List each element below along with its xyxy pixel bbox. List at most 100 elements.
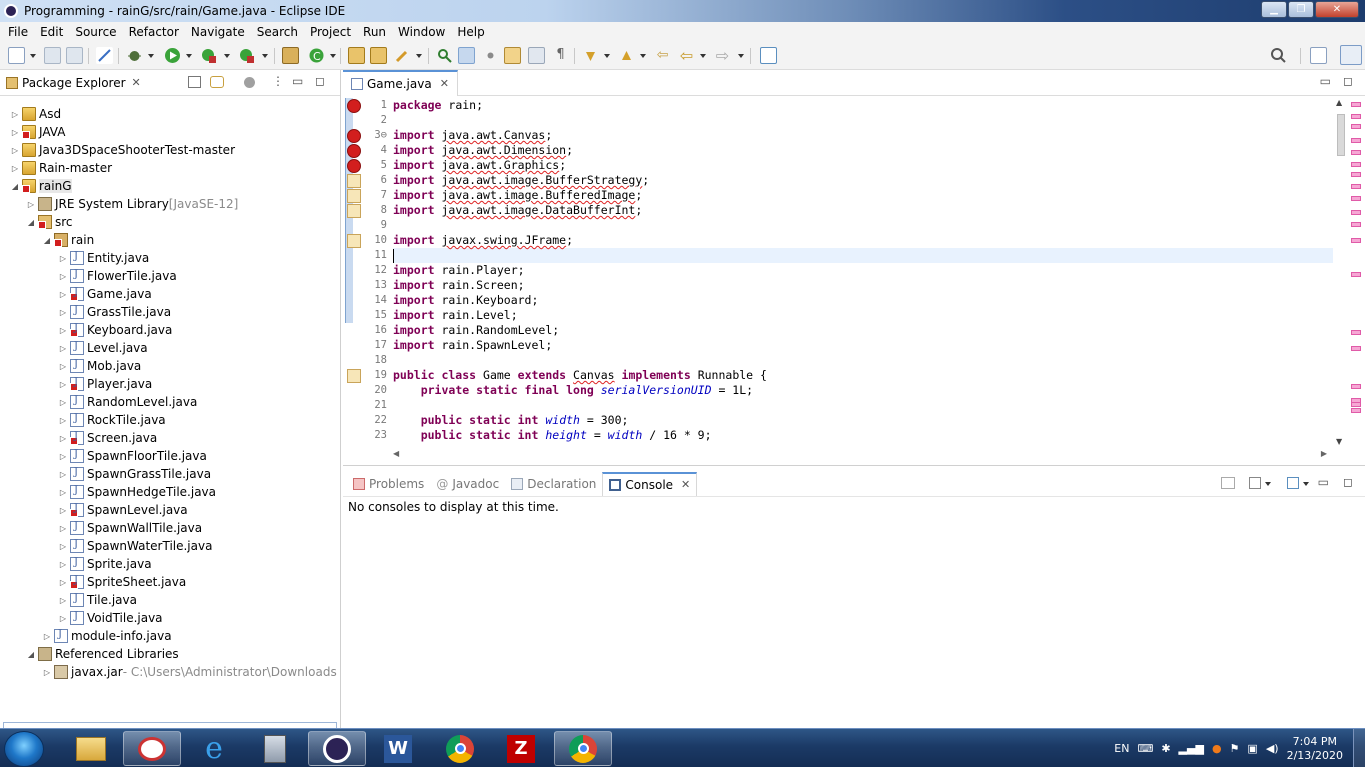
tree-item[interactable]: ▷ FlowerTile.java [58,267,177,285]
debug-icon[interactable] [126,47,143,64]
tree-item[interactable]: ▷ RockTile.java [58,411,166,429]
taskbar-internet-explorer[interactable]: e [185,731,243,766]
overview-error-mark[interactable] [1351,114,1361,119]
tree-item[interactable]: ▷ Level.java [58,339,148,357]
editor-horizontal-scrollbar[interactable]: ◀ ▶ [391,449,1329,461]
menu-file[interactable]: File [2,25,34,39]
back-dropdown-icon[interactable] [700,54,706,58]
previous-annotation-icon[interactable] [618,47,635,64]
tree-item[interactable]: ▷ SpawnHedgeTile.java [58,483,216,501]
expand-arrow-icon[interactable]: ▷ [58,542,68,551]
tree-item[interactable]: ▷ Java3DSpaceShooterTest-master [10,141,235,159]
overview-error-mark[interactable] [1351,162,1361,167]
taskbar-filezilla[interactable]: Z [492,731,550,766]
tree-item[interactable]: ▷ Sprite.java [58,555,152,573]
next-annotation-down-icon[interactable] [582,47,599,64]
save-icon[interactable] [44,47,61,64]
menu-edit[interactable]: Edit [34,25,69,39]
next-annotation-icon[interactable] [482,47,499,64]
taskbar-calculator[interactable] [246,731,304,766]
avast-icon[interactable]: ● [1212,742,1222,755]
expand-arrow-icon[interactable]: ▷ [58,470,68,479]
new-java-project-icon[interactable] [282,47,299,64]
warning-marker-icon[interactable] [347,189,361,203]
new-package-icon[interactable]: C [308,47,325,64]
tree-item[interactable]: ▷ VoidTile.java [58,609,163,627]
link-with-editor-icon[interactable] [210,76,224,88]
forward-dropdown-icon[interactable] [738,54,744,58]
volume-icon[interactable]: ◀) [1266,742,1279,755]
error-marker-icon[interactable] [347,99,361,113]
clock[interactable]: 7:04 PM 2/13/2020 [1287,735,1343,763]
taskbar-chrome-user[interactable] [554,731,612,766]
code-line[interactable]: public class Game extends Canvas impleme… [393,368,1333,383]
collapse-arrow-icon[interactable]: ◢ [10,182,20,191]
code-line[interactable]: import java.awt.image.BufferedImage; [393,188,1333,203]
task-list-icon[interactable] [528,47,545,64]
expand-arrow-icon[interactable]: ▷ [58,416,68,425]
tree-item[interactable]: ◢ Referenced Libraries [26,645,179,663]
open-perspective-icon[interactable] [1310,47,1327,64]
editor-tab-game-java[interactable]: Game.java ✕ [343,69,458,96]
save-all-icon[interactable] [66,47,83,64]
coverage-icon[interactable] [200,47,217,64]
close-button[interactable]: ✕ [1315,1,1359,18]
expand-arrow-icon[interactable]: ▷ [42,668,52,677]
expand-arrow-icon[interactable]: ▷ [58,272,68,281]
error-marker-icon[interactable] [347,129,361,143]
coverage-dropdown-icon[interactable] [224,54,230,58]
tree-item[interactable]: ▷ JAVA [10,123,65,141]
tree-item[interactable]: ◢ rainG [10,177,72,195]
forward-icon[interactable]: ⇨ [714,47,731,64]
warning-marker-icon[interactable] [347,174,361,188]
security-icon[interactable]: ▣ [1247,742,1257,755]
java-perspective-icon[interactable] [1340,45,1362,65]
collapse-arrow-icon[interactable]: ◢ [26,650,36,659]
menu-refactor[interactable]: Refactor [123,25,185,39]
code-text[interactable]: package rain; import java.awt.Canvas; impo… [393,98,1333,443]
maximize-view-icon[interactable]: ◻ [315,74,325,88]
expand-arrow-icon[interactable]: ▷ [26,200,36,209]
vertical-ruler[interactable] [347,99,361,448]
overview-error-mark[interactable] [1351,210,1361,215]
toggle-block-selection-icon[interactable] [458,47,475,64]
taskbar-explorer[interactable] [62,731,120,766]
code-line[interactable]: import rain.SpawnLevel; [393,338,1333,353]
toggle-mark-occurrences-icon[interactable] [436,47,453,64]
code-line[interactable]: import rain.RandomLevel; [393,323,1333,338]
expand-arrow-icon[interactable]: ▷ [58,506,68,515]
package-explorer-tab[interactable]: Package Explorer ✕ [0,71,147,95]
debug-dropdown-icon[interactable] [148,54,154,58]
tab-problems[interactable]: Problems [347,472,430,496]
minimize-console-icon[interactable]: ▭ [1318,475,1329,489]
scroll-right-icon[interactable]: ▶ [1321,449,1327,458]
error-marker-icon[interactable] [347,144,361,158]
run-dropdown-icon[interactable] [186,54,192,58]
tree-item[interactable]: ▷ SpriteSheet.java [58,573,186,591]
tree-item[interactable]: ▷ SpawnLevel.java [58,501,188,519]
editor-vertical-scrollbar[interactable]: ▲ ▼ [1335,98,1347,450]
tree-item[interactable]: ▷ JRE System Library [JavaSE-12] [26,195,238,213]
tab-declaration[interactable]: Declaration [505,472,602,496]
new-class-dropdown-icon[interactable] [330,54,336,58]
scroll-down-icon[interactable]: ▼ [1336,437,1342,446]
show-desktop-button[interactable] [1353,729,1365,767]
close-console-tab-icon[interactable]: ✕ [681,478,690,491]
overview-error-mark[interactable] [1351,138,1361,143]
expand-arrow-icon[interactable]: ▷ [10,110,20,119]
menu-run[interactable]: Run [357,25,392,39]
code-line[interactable]: import java.awt.image.DataBufferInt; [393,203,1333,218]
tree-item[interactable]: ▷ RandomLevel.java [58,393,197,411]
tree-item[interactable]: ▷ Entity.java [58,249,149,267]
tree-item[interactable]: ▷ Rain-master [10,159,112,177]
overview-error-mark[interactable] [1351,124,1361,129]
code-line[interactable]: import java.awt.image.BufferStrategy; [393,173,1333,188]
open-console-icon[interactable] [1287,477,1299,489]
expand-arrow-icon[interactable]: ▷ [10,146,20,155]
code-line[interactable]: private static final long serialVersionU… [393,383,1333,398]
taskbar-eclipse[interactable] [308,731,366,766]
tree-item[interactable]: ▷ Game.java [58,285,152,303]
expand-arrow-icon[interactable]: ▷ [10,128,20,137]
expand-arrow-icon[interactable]: ▷ [58,488,68,497]
maximize-console-icon[interactable]: ◻ [1343,475,1353,489]
